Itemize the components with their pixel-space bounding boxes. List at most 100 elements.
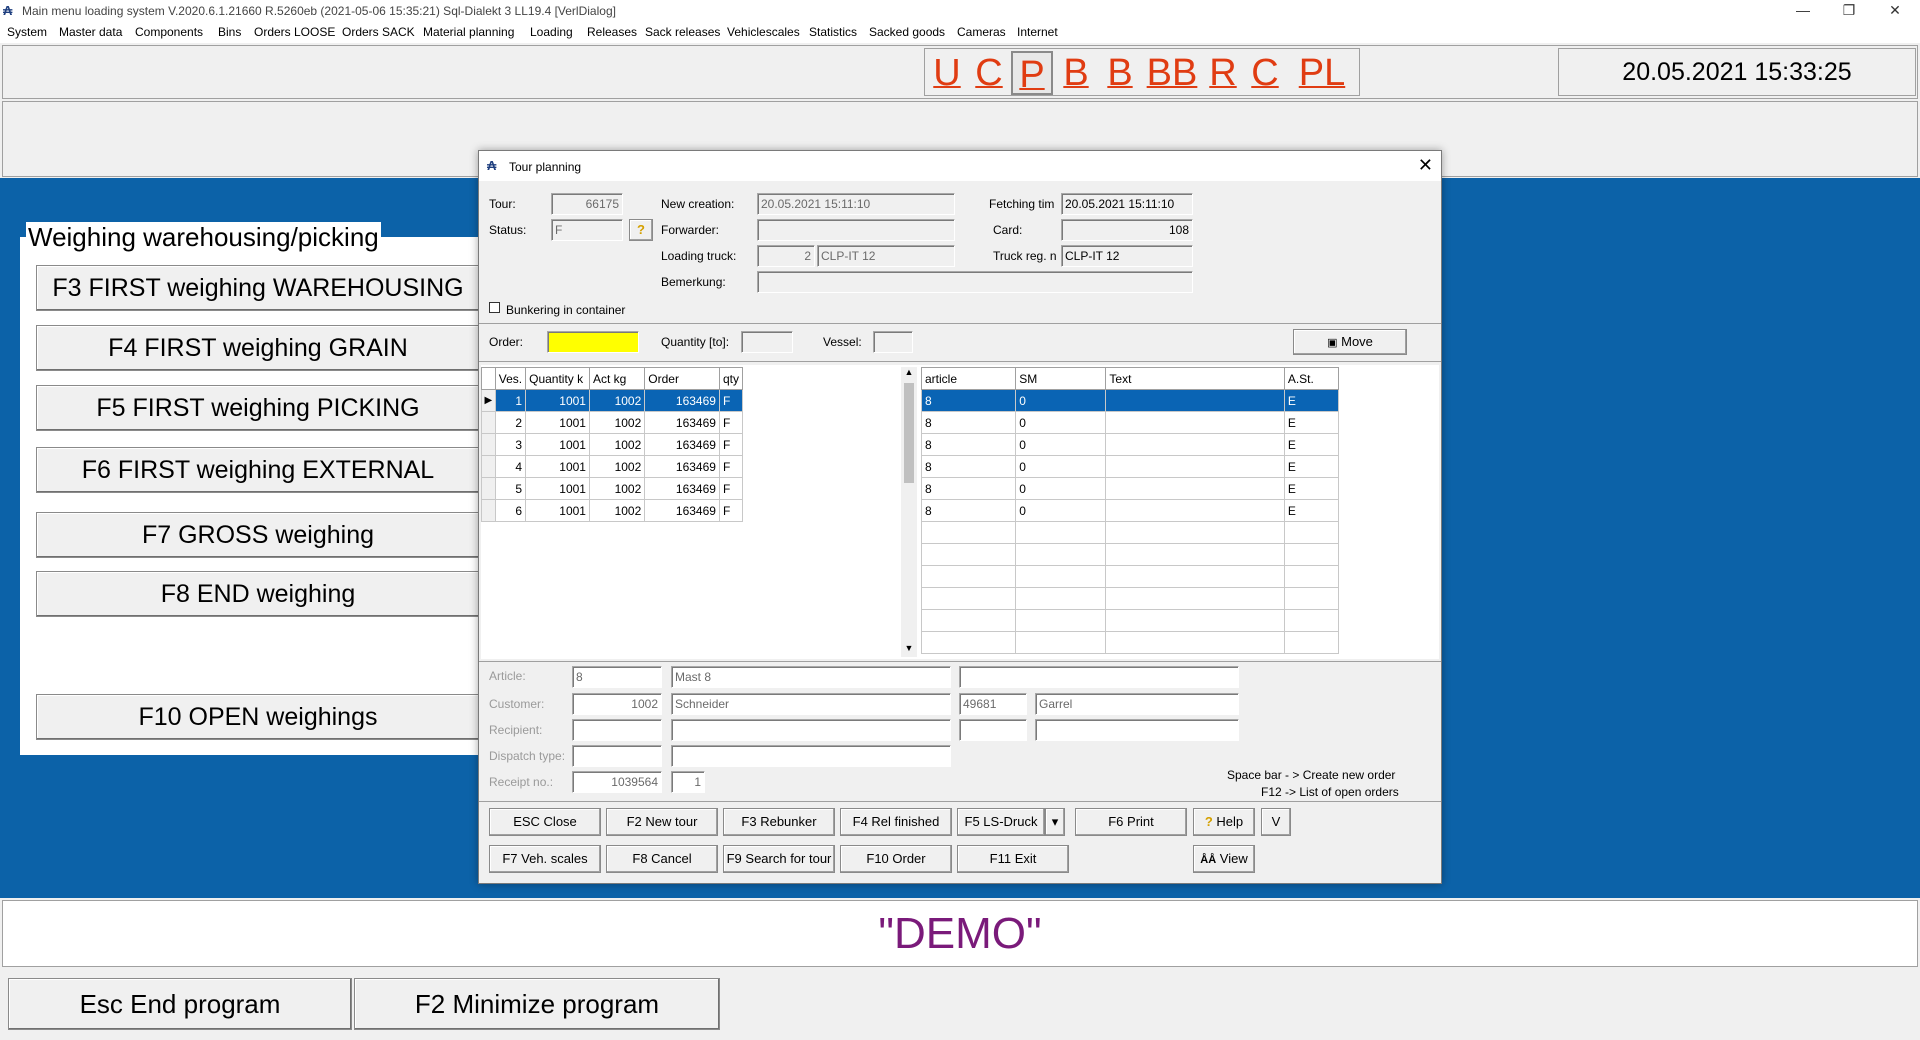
bemerkung-field[interactable] [757, 271, 1193, 293]
cell-qty[interactable]: F [718, 389, 744, 412]
tour-field[interactable]: 66175 [551, 193, 623, 215]
open-weighings-button[interactable]: F10 OPEN weighings [36, 694, 480, 740]
first-weighing-external-button[interactable]: F6 FIRST weighing EXTERNAL [36, 447, 480, 493]
table-row[interactable]: 4 1001 1002 163469 F [481, 455, 744, 478]
cell-article[interactable]: 8 [920, 433, 1017, 456]
cell-text[interactable] [1105, 433, 1285, 456]
v-button[interactable]: V [1261, 808, 1291, 836]
new-tour-button[interactable]: F2 New tour [606, 808, 718, 836]
hotkey-bb[interactable]: BB [1143, 51, 1201, 95]
esc-close-button[interactable]: ESC Close [489, 808, 601, 836]
cell-order[interactable]: 163469 [644, 455, 720, 478]
receipt-no-field[interactable]: 1039564 [572, 771, 662, 793]
cell-article[interactable]: 8 [920, 411, 1017, 434]
cell-qty[interactable]: F [718, 411, 744, 434]
cell-act-kg[interactable]: 1002 [588, 455, 646, 478]
cell-ves[interactable]: 6 [494, 499, 527, 522]
fetching-time-field[interactable]: 20.05.2021 15:11:10 [1061, 193, 1193, 215]
table-row[interactable]: 3 1001 1002 163469 F [481, 433, 744, 456]
exit-button[interactable]: F11 Exit [957, 845, 1069, 873]
cell-quantity[interactable]: 1001 [525, 477, 590, 500]
minimize-icon[interactable]: — [1780, 0, 1826, 22]
col-quantity-kg[interactable]: Quantity k [525, 367, 590, 390]
article-no-field[interactable]: 8 [572, 666, 662, 688]
cell-act-kg[interactable]: 1002 [588, 477, 646, 500]
bunkering-checkbox[interactable] [489, 302, 500, 313]
quantity-to-field[interactable] [741, 331, 793, 353]
table-row[interactable]: 8 0 E [920, 389, 1340, 412]
order-button[interactable]: F10 Order [840, 845, 952, 873]
cell-sm[interactable]: 0 [1015, 411, 1107, 434]
status-field[interactable]: F [551, 219, 623, 241]
first-weighing-picking-button[interactable]: F5 FIRST weighing PICKING [36, 385, 480, 431]
table-row[interactable]: 8 0 E [920, 455, 1340, 478]
col-sm[interactable]: SM [1015, 367, 1107, 390]
rel-finished-button[interactable]: F4 Rel finished [840, 808, 952, 836]
receipt-pos-field[interactable]: 1 [671, 771, 705, 793]
cell-ves[interactable]: 1 [494, 389, 527, 412]
hotkey-p[interactable]: P [1011, 51, 1053, 96]
cell-ast[interactable]: E [1283, 411, 1340, 434]
cell-act-kg[interactable]: 1002 [588, 389, 646, 412]
cell-text[interactable] [1105, 455, 1285, 478]
cell-order[interactable]: 163469 [644, 477, 720, 500]
truck-reg-field[interactable]: CLP-IT 12 [1061, 245, 1193, 267]
loading-truck-no-field[interactable]: 2 [757, 245, 815, 267]
cell-article[interactable]: 8 [920, 389, 1017, 412]
ls-druck-button[interactable]: F5 LS-Druck [957, 808, 1045, 836]
col-article[interactable]: article [920, 367, 1017, 390]
menu-vehiclescales[interactable]: Vehiclescales [727, 25, 800, 39]
cell-ast[interactable]: E [1283, 433, 1340, 456]
ls-druck-dropdown-icon[interactable]: ▾ [1045, 808, 1065, 836]
cell-act-kg[interactable]: 1002 [588, 433, 646, 456]
cell-article[interactable]: 8 [920, 499, 1017, 522]
restore-icon[interactable]: ❐ [1826, 0, 1872, 22]
col-act-kg[interactable]: Act kg [588, 367, 646, 390]
recipient-city-field[interactable] [1035, 719, 1239, 741]
scroll-thumb[interactable] [904, 383, 914, 483]
move-button[interactable]: ▣ Move [1293, 329, 1407, 355]
menu-cameras[interactable]: Cameras [957, 25, 1006, 39]
recipient-no-field[interactable] [572, 719, 662, 741]
forwarder-field[interactable] [757, 219, 955, 241]
customer-zip-field[interactable]: 49681 [959, 693, 1027, 715]
hotkey-c2[interactable]: C [1245, 51, 1285, 95]
cell-quantity[interactable]: 1001 [525, 389, 590, 412]
cell-ves[interactable]: 3 [494, 433, 527, 456]
cell-quantity[interactable]: 1001 [525, 411, 590, 434]
menu-statistics[interactable]: Statistics [809, 25, 857, 39]
cell-order[interactable]: 163469 [644, 389, 720, 412]
cell-act-kg[interactable]: 1002 [588, 499, 646, 522]
menu-components[interactable]: Components [135, 25, 203, 39]
minimize-program-button[interactable]: F2 Minimize program [354, 978, 720, 1030]
veh-scales-button[interactable]: F7 Veh. scales [489, 845, 601, 873]
menu-bins[interactable]: Bins [218, 25, 241, 39]
col-ast[interactable]: A.St. [1283, 367, 1340, 390]
cell-quantity[interactable]: 1001 [525, 455, 590, 478]
hotkey-b2[interactable]: B [1099, 51, 1141, 95]
menu-system[interactable]: System [7, 25, 47, 39]
customer-city-field[interactable]: Garrel [1035, 693, 1239, 715]
menu-releases[interactable]: Releases [587, 25, 637, 39]
search-for-tour-button[interactable]: F9 Search for tour [723, 845, 835, 873]
menu-master-data[interactable]: Master data [59, 25, 122, 39]
cell-ast[interactable]: E [1283, 477, 1340, 500]
print-button[interactable]: F6 Print [1075, 808, 1187, 836]
table-row[interactable]: 8 0 E [920, 477, 1340, 500]
hotkey-b1[interactable]: B [1055, 51, 1097, 95]
cell-order[interactable]: 163469 [644, 433, 720, 456]
cell-qty[interactable]: F [718, 455, 744, 478]
cell-text[interactable] [1105, 477, 1285, 500]
col-text[interactable]: Text [1105, 367, 1285, 390]
dispatch-type-field[interactable] [572, 745, 662, 767]
help-button[interactable]: ? Help [1193, 808, 1255, 836]
cell-quantity[interactable]: 1001 [525, 433, 590, 456]
customer-no-field[interactable]: 1002 [572, 693, 662, 715]
table-row[interactable]: 6 1001 1002 163469 F [481, 499, 744, 522]
cell-ast[interactable]: E [1283, 389, 1340, 412]
cell-sm[interactable]: 0 [1015, 455, 1107, 478]
col-order[interactable]: Order [644, 367, 720, 390]
menu-loading[interactable]: Loading [530, 25, 573, 39]
recipient-name-field[interactable] [671, 719, 951, 741]
hotkey-c[interactable]: C [969, 51, 1009, 95]
